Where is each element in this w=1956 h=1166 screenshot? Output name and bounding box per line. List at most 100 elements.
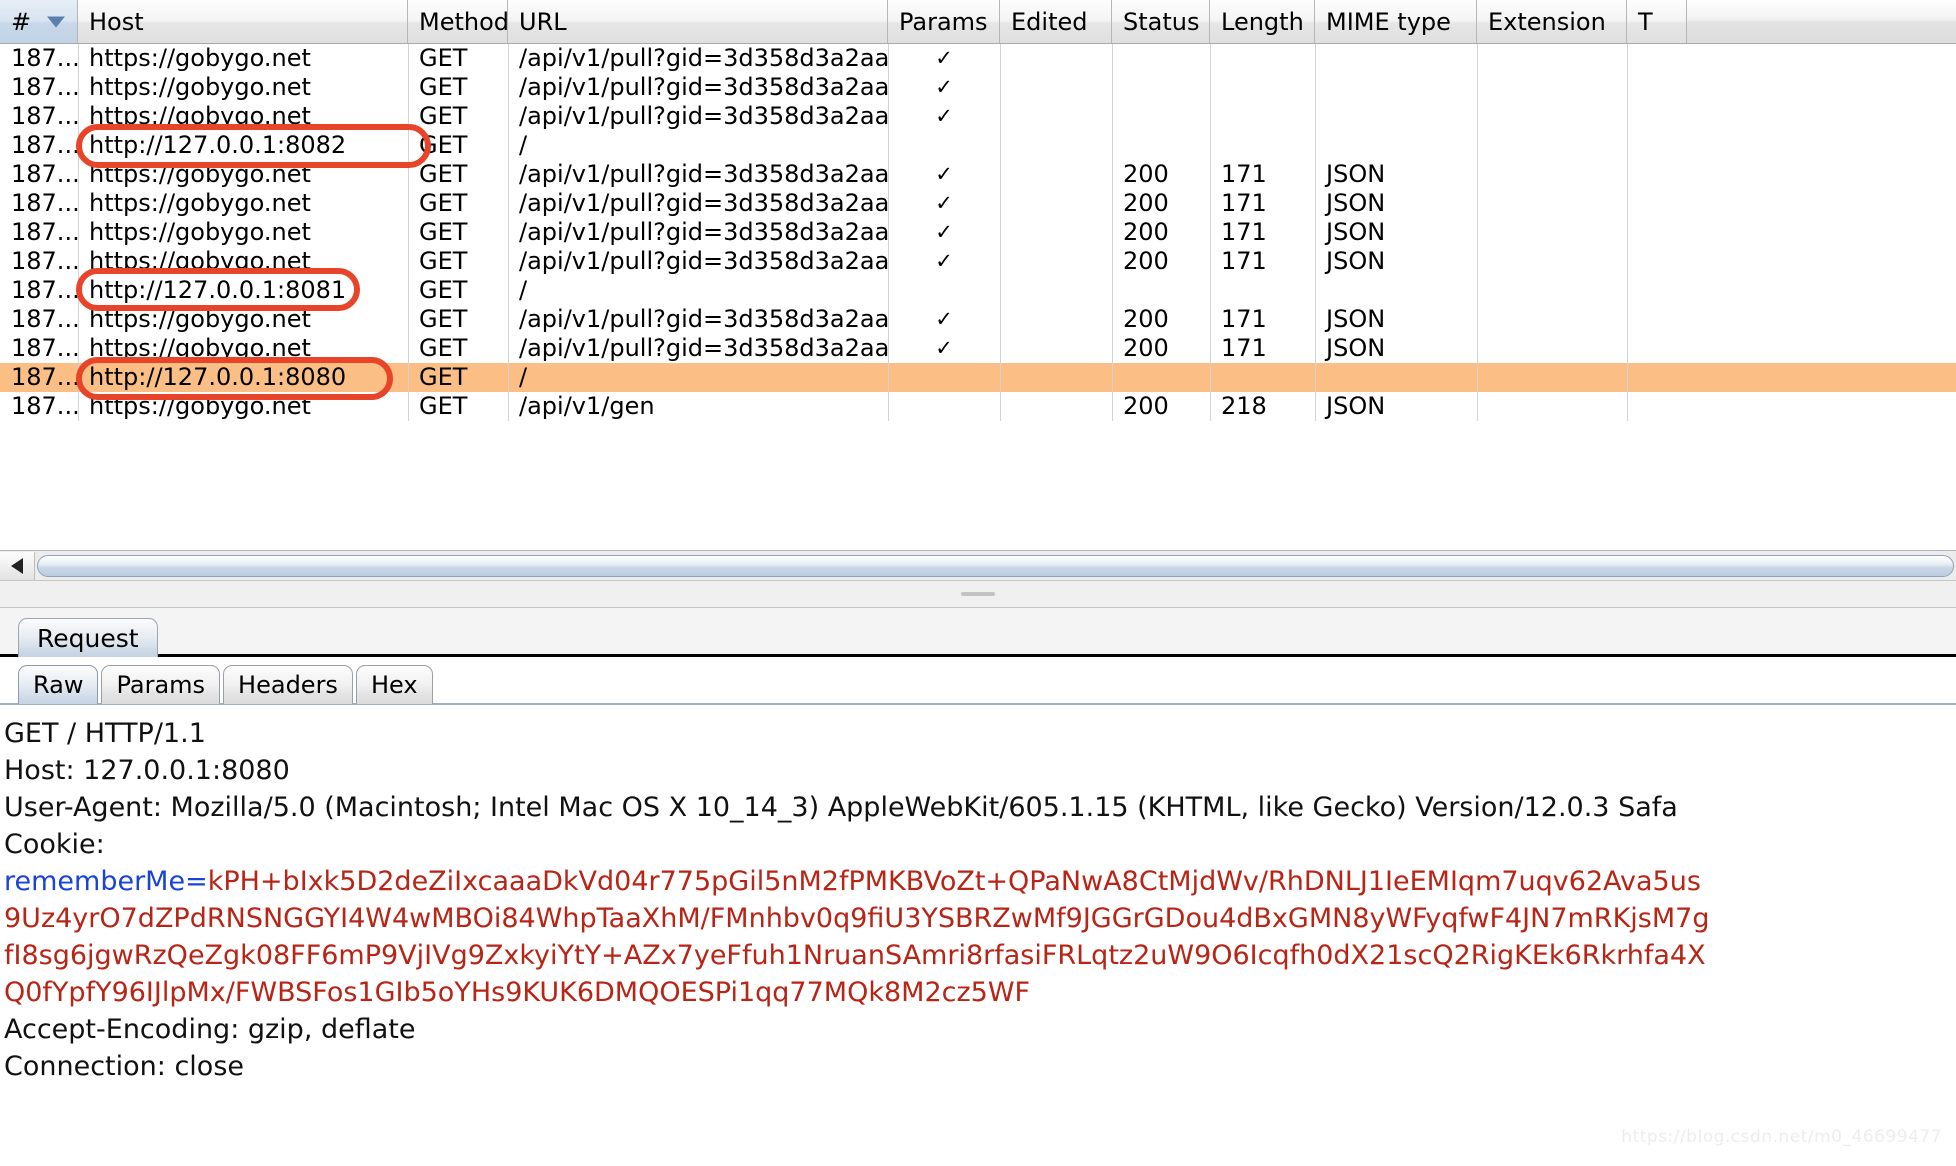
cell-status: 200 (1112, 392, 1210, 421)
subtab-hex[interactable]: Hex (356, 665, 433, 704)
column-header-edited[interactable]: Edited (1000, 0, 1112, 43)
cell-num: 187... (0, 131, 78, 160)
column-header-extension[interactable]: Extension (1477, 0, 1627, 43)
table-row[interactable]: 187...https://gobygo.netGET/api/v1/pull?… (0, 189, 1956, 218)
cell-status: 200 (1112, 334, 1210, 363)
cell-length: 218 (1210, 392, 1315, 421)
request-line: GET / HTTP/1.1 (4, 715, 1956, 752)
column-header-[interactable]: # (0, 0, 78, 43)
column-divider (1112, 44, 1113, 421)
cell-num: 187... (0, 334, 78, 363)
cell-params: ✓ (888, 247, 1000, 276)
table-row[interactable]: 187...https://gobygo.netGET/api/v1/pull?… (0, 247, 1956, 276)
column-divider (1627, 44, 1628, 421)
subtab-raw[interactable]: Raw (18, 665, 98, 704)
table-row[interactable]: 187...http://127.0.0.1:8081GET/ (0, 276, 1956, 305)
pane-splitter[interactable] (0, 580, 1956, 608)
cell-mime: JSON (1315, 218, 1477, 247)
cell-url: /api/v1/pull?gid=3d358d3a2aacc... (508, 189, 888, 218)
column-header-url[interactable]: URL (508, 0, 888, 43)
column-header-mime-type[interactable]: MIME type (1315, 0, 1477, 43)
cell-url: / (508, 276, 888, 305)
cell-method: GET (408, 392, 508, 421)
table-row[interactable]: 187...https://gobygo.netGET/api/v1/pull?… (0, 334, 1956, 363)
table-row[interactable]: 187...http://127.0.0.1:8082GET/ (0, 131, 1956, 160)
scrollbar-thumb[interactable] (37, 555, 1954, 577)
cell-num: 187... (0, 102, 78, 131)
column-header-label: Extension (1488, 8, 1606, 36)
table-row[interactable]: 187...https://gobygo.netGET/api/v1/pull?… (0, 102, 1956, 131)
cell-url: /api/v1/pull?gid=3d358d3a2aacc... (508, 160, 888, 189)
cell-url: /api/v1/pull?gid=3d358d3a2aacc... (508, 305, 888, 334)
cell-status: 200 (1112, 160, 1210, 189)
subtab-label: Hex (371, 671, 418, 699)
cell-host: https://gobygo.net (78, 392, 408, 421)
cell-status: 200 (1112, 189, 1210, 218)
cell-mime: JSON (1315, 392, 1477, 421)
subtab-headers[interactable]: Headers (223, 665, 353, 704)
request-line: Host: 127.0.0.1:8080 (4, 752, 1956, 789)
cell-url: /api/v1/pull?gid=3d358d3a2aacc... (508, 247, 888, 276)
table-column-header-row[interactable]: #Host MethodURLParams Edited Status Length MI… (0, 0, 1956, 44)
cell-num: 187... (0, 160, 78, 189)
table-row[interactable]: 187...https://gobygo.netGET/api/v1/pull?… (0, 305, 1956, 334)
cell-mime: JSON (1315, 305, 1477, 334)
cell-status: 200 (1112, 218, 1210, 247)
horizontal-scrollbar[interactable] (0, 550, 1956, 580)
column-header-status[interactable]: Status (1112, 0, 1210, 43)
column-header-params[interactable]: Params (888, 0, 1000, 43)
cell-params: ✓ (888, 334, 1000, 363)
table-row[interactable]: 187...https://gobygo.netGET/api/v1/pull?… (0, 218, 1956, 247)
cell-num: 187... (0, 218, 78, 247)
subtab-params[interactable]: Params (101, 665, 220, 704)
column-header-label: Method (419, 8, 508, 36)
cell-host: https://gobygo.net (78, 334, 408, 363)
cell-host: https://gobygo.net (78, 160, 408, 189)
cell-length: 171 (1210, 218, 1315, 247)
column-divider (888, 44, 889, 421)
cell-length: 171 (1210, 247, 1315, 276)
cell-mime: JSON (1315, 160, 1477, 189)
message-view-tabstrip[interactable]: RawParamsHeaders Hex (0, 657, 1956, 705)
cell-length: 171 (1210, 189, 1315, 218)
triangle-down-icon[interactable] (47, 16, 65, 27)
cell-length: 171 (1210, 305, 1315, 334)
cell-method: GET (408, 247, 508, 276)
cell-length: 171 (1210, 160, 1315, 189)
cell-params: ✓ (888, 160, 1000, 189)
table-row[interactable]: 187...https://gobygo.netGET/api/v1/pull?… (0, 73, 1956, 102)
column-header-t[interactable]: T (1627, 0, 1687, 43)
cell-host: http://127.0.0.1:8081 (78, 276, 408, 305)
cell-params: ✓ (888, 305, 1000, 334)
cookie-name: rememberMe= (4, 866, 208, 897)
tab-label: Request (37, 624, 139, 653)
cell-params: ✓ (888, 218, 1000, 247)
raw-request-viewer[interactable]: GET / HTTP/1.1Host: 127.0.0.1:8080User-A… (0, 705, 1956, 1166)
column-header-host[interactable]: Host (78, 0, 408, 43)
message-tabstrip[interactable]: Request (0, 608, 1956, 657)
cell-method: GET (408, 334, 508, 363)
column-header-label: MIME type (1326, 8, 1451, 36)
request-line: Cookie: (4, 826, 1956, 863)
cell-params: ✓ (888, 73, 1000, 102)
table-body[interactable]: 187...https://gobygo.netGET/api/v1/pull?… (0, 44, 1956, 421)
cell-url: /api/v1/pull?gid=3d358d3a2aacc... (508, 73, 888, 102)
column-header-label: Edited (1011, 8, 1087, 36)
http-history-table: #Host MethodURLParams Edited Status Length MI… (0, 0, 1956, 550)
tab-request[interactable]: Request (18, 618, 158, 658)
triangle-left-icon (11, 558, 23, 574)
table-row[interactable]: 187...https://gobygo.netGET/api/v1/pull?… (0, 44, 1956, 73)
table-row-selected[interactable]: 187...http://127.0.0.1:8080GET/ (0, 363, 1956, 392)
cell-method: GET (408, 160, 508, 189)
cell-url: /api/v1/pull?gid=3d358d3a2aacc... (508, 44, 888, 73)
column-header-method[interactable]: Method (408, 0, 508, 43)
request-line: Connection: close (4, 1048, 1956, 1085)
scroll-left-button[interactable] (0, 552, 35, 580)
column-header-label: Status (1123, 8, 1199, 36)
cell-method: GET (408, 73, 508, 102)
cell-num: 187... (0, 276, 78, 305)
cell-host: https://gobygo.net (78, 305, 408, 334)
column-header-length[interactable]: Length (1210, 0, 1315, 43)
table-row[interactable]: 187...https://gobygo.netGET/api/v1/pull?… (0, 160, 1956, 189)
table-row[interactable]: 187...https://gobygo.netGET/api/v1/gen20… (0, 392, 1956, 421)
